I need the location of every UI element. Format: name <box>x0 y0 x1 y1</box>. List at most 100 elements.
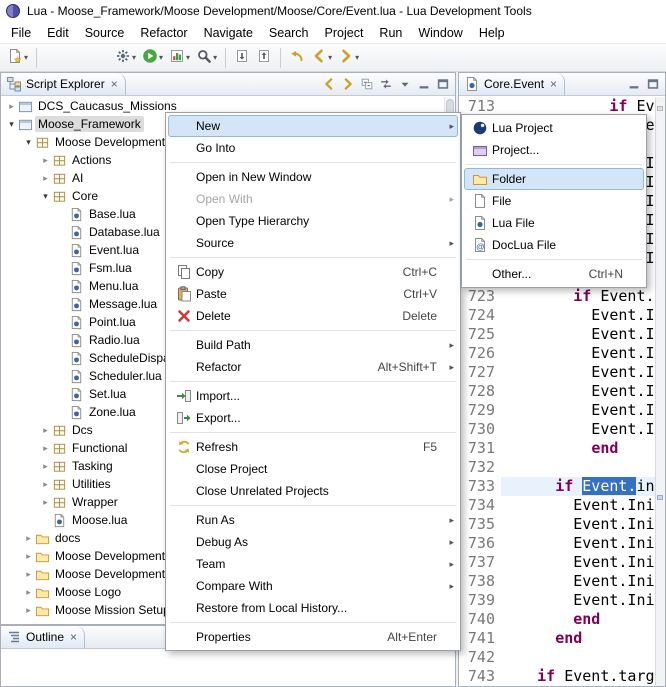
menu-window[interactable]: Window <box>410 23 470 43</box>
maximize-icon[interactable] <box>643 75 662 94</box>
menu-navigate[interactable]: Navigate <box>196 23 261 43</box>
menu-item-restore-from-local-history[interactable]: Restore from Local History... <box>168 597 458 619</box>
tab-outline[interactable]: Outline × <box>1 626 85 648</box>
tree-item-label: Point.lua <box>86 314 139 330</box>
close-icon[interactable]: × <box>70 631 77 643</box>
minimize-icon[interactable] <box>414 75 433 94</box>
menu-item-accel: Ctrl+C <box>403 265 437 279</box>
collapsed-twistie-icon[interactable]: ▸ <box>22 587 35 598</box>
run-button[interactable]: ▾ <box>140 46 165 70</box>
menu-item-delete[interactable]: DeleteDelete <box>168 305 458 327</box>
editor-line: 723 if Event.initiator then <box>459 287 655 306</box>
menu-item-export[interactable]: Export... <box>168 407 458 429</box>
search-button[interactable]: ▾ <box>194 46 219 70</box>
menu-item-label: File <box>492 194 611 208</box>
menu-item-paste[interactable]: PasteCtrl+V <box>168 283 458 305</box>
menu-item-new[interactable]: New▸ <box>168 115 458 137</box>
menu-item-label: Lua File <box>492 216 611 230</box>
menu-source[interactable]: Source <box>77 23 133 43</box>
lua-file-icon <box>69 315 86 330</box>
menu-edit[interactable]: Edit <box>39 23 77 43</box>
collapsed-twistie-icon[interactable]: ▸ <box>22 605 35 616</box>
menu-item-refresh[interactable]: RefreshF5 <box>168 436 458 458</box>
menu-item-build-path[interactable]: Build Path▸ <box>168 334 458 356</box>
dropdown-caret-icon: ▾ <box>213 53 217 62</box>
collapsed-twistie-icon[interactable]: ▸ <box>22 551 35 562</box>
new-wizard-button[interactable]: ▾ <box>5 46 30 70</box>
back-icon[interactable] <box>319 75 338 94</box>
previous-annotation-button[interactable] <box>254 46 274 70</box>
menu-item-run-as[interactable]: Run As▸ <box>168 509 458 531</box>
export-icon <box>172 410 196 426</box>
menu-item-copy[interactable]: CopyCtrl+C <box>168 261 458 283</box>
maximize-icon[interactable] <box>433 75 452 94</box>
menu-run[interactable]: Run <box>371 23 410 43</box>
expanded-twistie-icon[interactable]: ▾ <box>5 119 18 130</box>
collapsed-twistie-icon[interactable]: ▸ <box>39 461 52 472</box>
menu-item-doclua-file[interactable]: @DocLua File <box>464 234 644 256</box>
menu-search[interactable]: Search <box>261 23 317 43</box>
collapsed-twistie-icon[interactable]: ▸ <box>39 173 52 184</box>
link-with-editor-icon[interactable] <box>376 75 395 94</box>
menu-item-open-in-new-window[interactable]: Open in New Window <box>168 166 458 188</box>
menu-item-refactor[interactable]: RefactorAlt+Shift+T▸ <box>168 356 458 378</box>
menu-item-label: Refresh <box>196 440 411 454</box>
menu-item-open-with[interactable]: Open With▸ <box>168 188 458 210</box>
view-menu-icon[interactable] <box>395 75 414 94</box>
overview-mark <box>657 495 663 500</box>
menu-item-lua-project[interactable]: Lua Project <box>464 117 644 139</box>
code-text: Event.IniDCSUnit = Event.initiator <box>501 306 655 325</box>
menu-item-label: Debug As <box>196 535 425 549</box>
menu-item-source[interactable]: Source▸ <box>168 232 458 254</box>
menu-item-team[interactable]: Team▸ <box>168 553 458 575</box>
collapsed-twistie-icon[interactable]: ▸ <box>39 155 52 166</box>
external-tools-button[interactable]: ▾ <box>113 46 138 70</box>
menu-refactor[interactable]: Refactor <box>132 23 195 43</box>
menu-item-open-type-hierarchy[interactable]: Open Type Hierarchy <box>168 210 458 232</box>
menu-item-file[interactable]: File <box>464 190 644 212</box>
lua-file-icon <box>69 369 86 384</box>
minimize-icon[interactable] <box>624 75 643 94</box>
expanded-twistie-icon[interactable]: ▾ <box>22 137 35 148</box>
collapse-all-icon[interactable] <box>357 75 376 94</box>
next-annotation-button[interactable] <box>232 46 252 70</box>
menu-project[interactable]: Project <box>317 23 372 43</box>
close-icon[interactable]: × <box>111 78 118 90</box>
close-icon[interactable]: × <box>550 78 557 90</box>
menu-item-import[interactable]: Import... <box>168 385 458 407</box>
forward-button[interactable]: ▾ <box>336 46 361 70</box>
tree-item-label: Moose_Framework <box>35 116 144 132</box>
back-button[interactable]: ▾ <box>309 46 334 70</box>
collapsed-twistie-icon[interactable]: ▸ <box>22 533 35 544</box>
menu-item-lua-file[interactable]: Lua File <box>464 212 644 234</box>
menu-file[interactable]: File <box>3 23 39 43</box>
code-text <box>501 648 655 667</box>
submenu-arrow-icon: ▸ <box>443 581 454 592</box>
collapsed-twistie-icon[interactable]: ▸ <box>39 425 52 436</box>
menu-item-folder[interactable]: Folder <box>464 168 644 190</box>
forward-icon[interactable] <box>338 75 357 94</box>
external-tools-icon <box>115 48 131 67</box>
package-icon <box>52 423 69 438</box>
menu-item-close-unrelated-projects[interactable]: Close Unrelated Projects <box>168 480 458 502</box>
menu-item-close-project[interactable]: Close Project <box>168 458 458 480</box>
tab-script-explorer[interactable]: Script Explorer × <box>1 73 126 95</box>
menu-item-other[interactable]: Other...Ctrl+N <box>464 263 644 285</box>
menu-item-properties[interactable]: PropertiesAlt+Enter <box>168 626 458 648</box>
last-edit-location-button[interactable] <box>287 46 307 70</box>
collapsed-twistie-icon[interactable]: ▸ <box>39 443 52 454</box>
collapsed-twistie-icon[interactable]: ▸ <box>5 101 18 112</box>
submenu-arrow-icon: ▸ <box>443 238 454 249</box>
tab-core-event[interactable]: Core.Event × <box>459 73 565 95</box>
menu-item-project[interactable]: Project... <box>464 139 644 161</box>
coverage-button[interactable]: ▾ <box>167 46 192 70</box>
menu-item-label: Import... <box>196 389 425 403</box>
menu-item-go-into[interactable]: Go Into <box>168 137 458 159</box>
menu-help[interactable]: Help <box>471 23 513 43</box>
collapsed-twistie-icon[interactable]: ▸ <box>22 569 35 580</box>
menu-item-compare-with[interactable]: Compare With▸ <box>168 575 458 597</box>
collapsed-twistie-icon[interactable]: ▸ <box>39 497 52 508</box>
expanded-twistie-icon[interactable]: ▾ <box>39 191 52 202</box>
menu-item-debug-as[interactable]: Debug As▸ <box>168 531 458 553</box>
collapsed-twistie-icon[interactable]: ▸ <box>39 479 52 490</box>
